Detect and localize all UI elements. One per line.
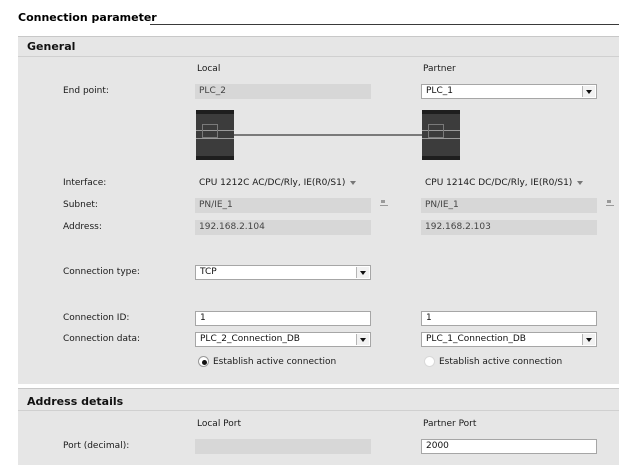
partner-port-input[interactable]: 2000 [421,439,597,454]
partner-interface-value: CPU 1214C DC/DC/Rly, IE(R0/S1) [425,178,573,188]
partner-port-header: Partner Port [423,419,477,429]
connection-type-value: TCP [200,267,217,277]
subnet-label: Subnet: [63,200,98,210]
partner-column-header: Partner [423,64,456,74]
connection-type-label: Connection type: [63,267,140,277]
local-plc-icon [196,110,234,160]
dropdown-arrow-icon[interactable] [582,86,595,97]
local-establish-radio[interactable] [198,356,209,367]
local-port-field [195,439,371,454]
dropdown-arrow-icon[interactable] [356,267,369,278]
general-divider [18,56,619,57]
chevron-down-icon [350,180,357,185]
subnet-icon [606,200,614,206]
local-establish-label: Establish active connection [213,357,337,367]
local-endpoint-field: PLC_2 [195,84,371,99]
title-underline [150,24,619,25]
local-subnet-field: PN/IE_1 [195,198,371,213]
partner-establish-label: Establish active connection [439,357,563,367]
partner-address-field: 192.168.2.103 [421,220,597,235]
partner-connection-data-value: PLC_1_Connection_DB [426,334,526,344]
address-details-heading: Address details [27,395,124,408]
partner-connection-id-input[interactable]: 1 [421,311,597,326]
dropdown-arrow-icon[interactable] [356,334,369,345]
local-connection-id-input[interactable]: 1 [195,311,371,326]
partner-connection-data-dropdown[interactable]: PLC_1_Connection_DB [421,332,597,347]
local-connection-data-dropdown[interactable]: PLC_2_Connection_DB [195,332,371,347]
partner-endpoint-dropdown[interactable]: PLC_1 [421,84,597,99]
local-address-field: 192.168.2.104 [195,220,371,235]
interface-label: Interface: [63,178,107,188]
local-port-header: Local Port [197,419,242,429]
general-heading: General [27,40,76,53]
page-title: Connection parameter [18,11,157,24]
partner-plc-icon [422,110,460,160]
local-interface-value: CPU 1212C AC/DC/Rly, IE(R0/S1) [199,178,346,188]
address-details-divider [18,410,619,411]
partner-endpoint-value: PLC_1 [426,86,453,96]
subnet-icon [380,200,388,206]
connection-id-label: Connection ID: [63,313,130,323]
chevron-down-icon [577,180,584,185]
partner-subnet-field: PN/IE_1 [421,198,597,213]
local-interface-dropdown[interactable]: CPU 1212C AC/DC/Rly, IE(R0/S1) [199,176,357,191]
endpoint-label: End point: [63,86,109,96]
connection-data-label: Connection data: [63,334,141,344]
connection-type-dropdown[interactable]: TCP [195,265,371,280]
local-connection-data-value: PLC_2_Connection_DB [200,334,300,344]
port-label: Port (decimal): [63,441,130,451]
partner-interface-dropdown[interactable]: CPU 1214C DC/DC/Rly, IE(R0/S1) [425,176,584,191]
connection-link-line [234,134,422,136]
dropdown-arrow-icon[interactable] [582,334,595,345]
partner-establish-radio[interactable] [424,356,435,367]
local-column-header: Local [197,64,221,74]
address-label: Address: [63,222,102,232]
